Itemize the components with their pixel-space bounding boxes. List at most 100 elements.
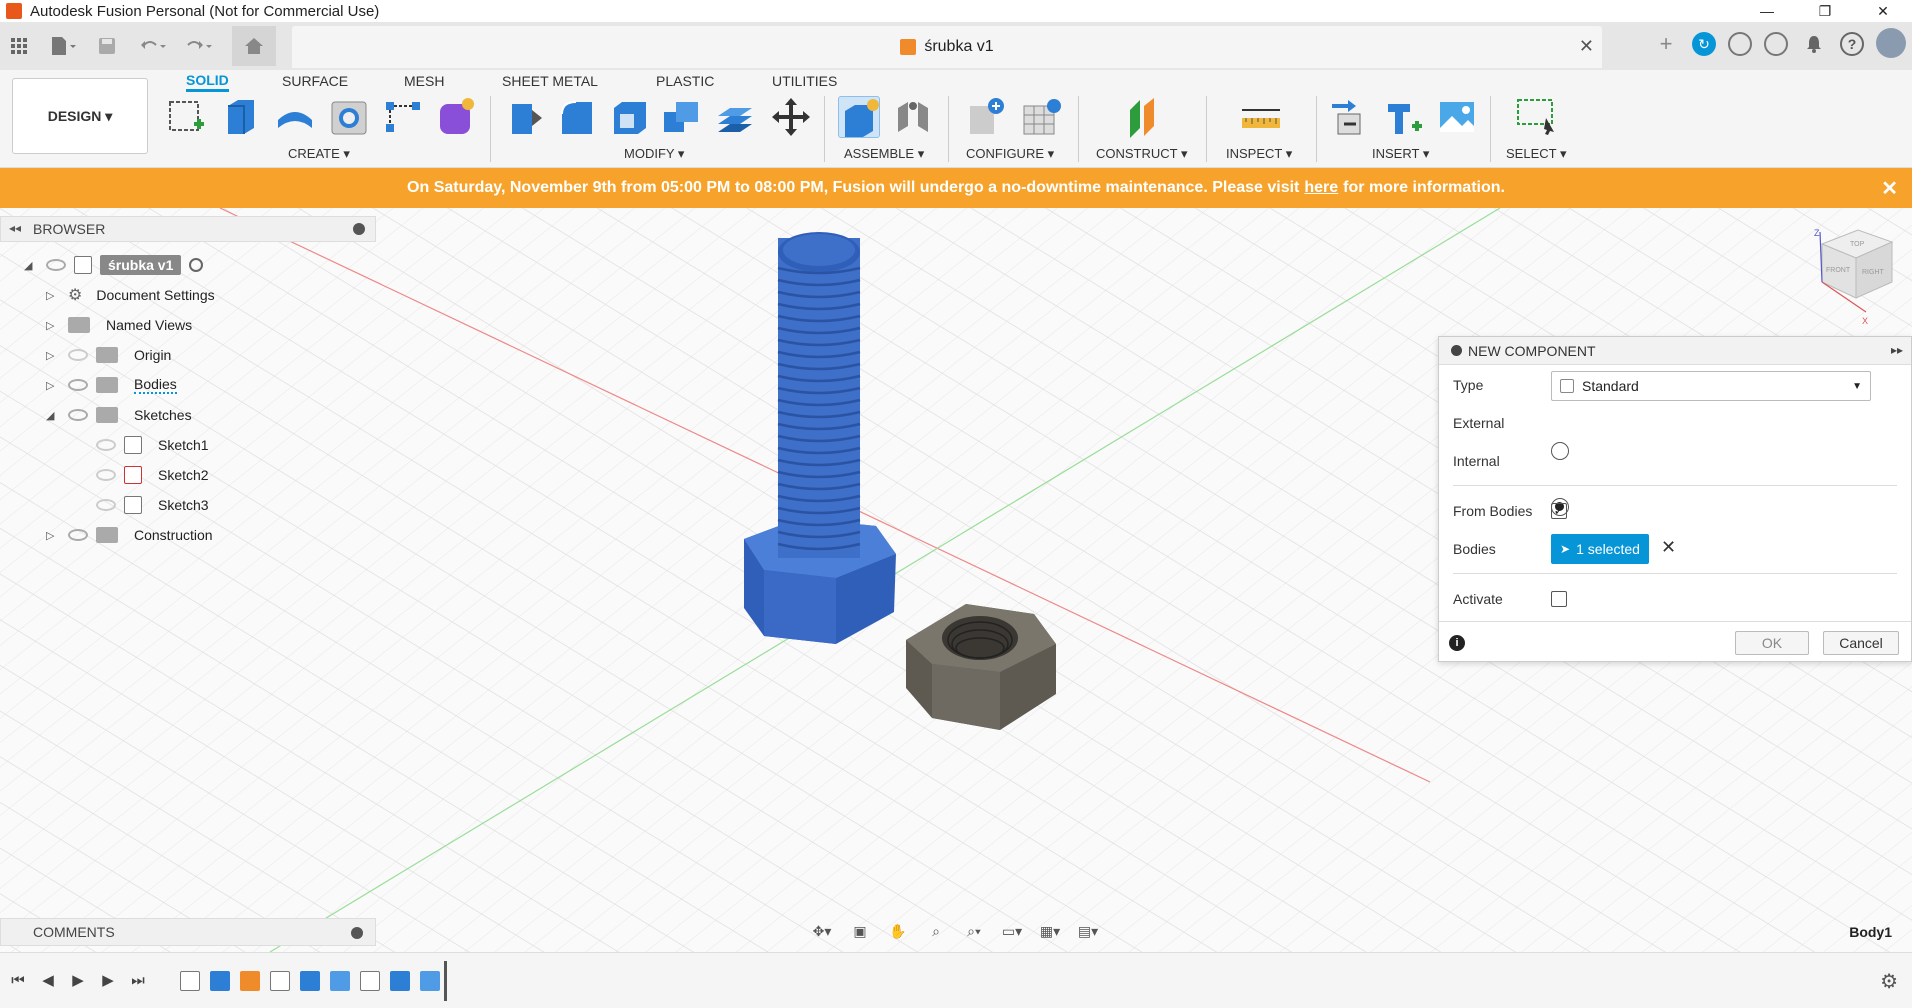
help-icon[interactable]: ? — [1840, 32, 1864, 56]
step-back-icon[interactable]: ◀ — [36, 969, 60, 991]
expand-arrow-icon[interactable]: ▷ — [46, 529, 60, 542]
configure-icon[interactable] — [966, 96, 1008, 138]
bodies-selection-button[interactable]: ➤ 1 selected — [1551, 534, 1649, 564]
timeline-sketch-icon[interactable] — [360, 971, 380, 991]
timeline-settings-gear-icon[interactable]: ⚙ — [1880, 969, 1898, 994]
banner-link[interactable]: here — [1304, 179, 1338, 197]
hole-icon[interactable] — [328, 96, 370, 138]
offset-face-icon[interactable] — [714, 96, 756, 138]
new-component-icon[interactable] — [838, 96, 880, 138]
create-sketch-icon[interactable] — [166, 96, 208, 138]
expand-arrow-icon[interactable]: ▷ — [46, 319, 60, 332]
extrude-icon[interactable] — [220, 96, 262, 138]
combine-icon[interactable] — [660, 96, 702, 138]
tree-item-construction[interactable]: ▷ Construction — [46, 521, 213, 549]
timeline-extrude-icon[interactable] — [390, 971, 410, 991]
hidden-eye-icon[interactable] — [96, 439, 116, 451]
minimize-button[interactable]: — — [1738, 0, 1796, 22]
tab-surface[interactable]: SURFACE — [282, 70, 348, 92]
close-tab-icon[interactable]: ✕ — [1579, 36, 1594, 57]
fit-zoom-icon[interactable]: ⌕▾ — [960, 921, 988, 941]
home-icon[interactable] — [232, 26, 276, 66]
file-menu-icon[interactable] — [48, 31, 78, 61]
press-pull-icon[interactable] — [504, 96, 546, 138]
tree-item-sketches[interactable]: ◢ Sketches — [46, 401, 192, 429]
timeline-sketch-icon[interactable] — [270, 971, 290, 991]
select-window-icon[interactable] — [1516, 96, 1558, 138]
document-tab[interactable]: śrubka v1 ✕ — [292, 26, 1602, 68]
hidden-eye-icon[interactable] — [96, 469, 116, 481]
notifications-bell-icon[interactable] — [1800, 30, 1828, 58]
zoom-icon[interactable]: ⌕ — [922, 921, 950, 941]
move-copy-icon[interactable] — [770, 96, 812, 138]
tree-root[interactable]: ◢ śrubka v1 — [24, 251, 204, 279]
visibility-eye-icon[interactable] — [46, 259, 66, 271]
tree-item-sketch3[interactable]: Sketch3 — [96, 491, 209, 519]
collapse-arrow-icon[interactable]: ◢ — [24, 259, 38, 272]
timeline-plane-icon[interactable] — [240, 971, 260, 991]
type-dropdown[interactable]: Standard ▼ — [1551, 371, 1871, 401]
redo-icon[interactable] — [184, 31, 214, 61]
banner-close-icon[interactable]: ✕ — [1881, 176, 1898, 201]
visibility-eye-icon[interactable] — [68, 379, 88, 391]
tree-item-sketch2[interactable]: Sketch2 — [96, 461, 209, 489]
inspect-menu[interactable]: INSPECT ▾ — [1226, 146, 1292, 162]
insert-canvas-icon[interactable] — [1436, 96, 1478, 138]
tree-item-sketch1[interactable]: Sketch1 — [96, 431, 209, 459]
create-menu[interactable]: CREATE ▾ — [288, 146, 350, 162]
select-menu[interactable]: SELECT ▾ — [1506, 146, 1566, 162]
measure-icon[interactable] — [1240, 96, 1282, 138]
offset-plane-icon[interactable] — [1122, 96, 1164, 138]
timeline-extrude-icon[interactable] — [210, 971, 230, 991]
undo-icon[interactable] — [138, 31, 168, 61]
close-window-button[interactable]: ✕ — [1854, 0, 1912, 22]
collapse-browser-icon[interactable]: ◂◂ — [9, 221, 21, 235]
maximize-button[interactable]: ❐ — [1796, 0, 1854, 22]
go-to-start-icon[interactable]: ⏮ — [6, 969, 30, 991]
timeline-thread-icon[interactable] — [330, 971, 350, 991]
add-comment-icon[interactable] — [351, 927, 363, 939]
extensions-icon[interactable]: ↻ — [1692, 32, 1716, 56]
hidden-eye-icon[interactable] — [96, 499, 116, 511]
look-at-icon[interactable]: ▣ — [846, 921, 874, 941]
insert-derive-icon[interactable] — [1328, 96, 1370, 138]
configuration-table-icon[interactable] — [1020, 96, 1062, 138]
modify-menu[interactable]: MODIFY ▾ — [624, 146, 684, 162]
tab-utilities[interactable]: UTILITIES — [772, 70, 837, 92]
shell-icon[interactable] — [608, 96, 650, 138]
expand-arrow-icon[interactable]: ▷ — [46, 379, 60, 392]
dialog-expand-icon[interactable]: ▸▸ — [1891, 343, 1903, 357]
save-icon[interactable] — [92, 31, 122, 61]
grid-settings-icon[interactable]: ▦▾ — [1036, 921, 1064, 941]
step-forward-icon[interactable]: ▶ — [96, 969, 120, 991]
tree-item-bodies[interactable]: ▷ Bodies — [46, 371, 177, 399]
cancel-button[interactable]: Cancel — [1823, 631, 1899, 655]
revolve-icon[interactable] — [274, 96, 316, 138]
activate-checkbox[interactable] — [1551, 591, 1567, 607]
browser-minimize-icon[interactable] — [353, 223, 365, 235]
expand-arrow-icon[interactable]: ▷ — [46, 349, 60, 362]
form-icon[interactable] — [434, 96, 476, 138]
configure-menu[interactable]: CONFIGURE ▾ — [966, 146, 1054, 162]
dialog-collapse-icon[interactable] — [1451, 345, 1462, 356]
activate-radio-icon[interactable] — [189, 258, 204, 272]
ok-button[interactable]: OK — [1735, 631, 1809, 655]
tree-item-origin[interactable]: ▷ Origin — [46, 341, 171, 369]
play-icon[interactable]: ▶ — [66, 969, 90, 991]
collapse-arrow-icon[interactable]: ◢ — [46, 409, 60, 422]
tab-sheet-metal[interactable]: SHEET METAL — [502, 70, 598, 92]
visibility-eye-icon[interactable] — [68, 409, 88, 421]
timeline-marker[interactable] — [444, 961, 447, 1001]
assemble-menu[interactable]: ASSEMBLE ▾ — [844, 146, 924, 162]
orbit-icon[interactable]: ✥▾ — [808, 921, 836, 941]
hidden-eye-icon[interactable] — [68, 349, 88, 361]
viewports-icon[interactable]: ▤▾ — [1074, 921, 1102, 941]
workspace-switcher-button[interactable]: DESIGN ▾ — [12, 78, 148, 154]
timeline-thread-icon[interactable] — [420, 971, 440, 991]
expand-arrow-icon[interactable]: ▷ — [46, 289, 60, 302]
timeline-sketch-icon[interactable] — [180, 971, 200, 991]
tree-item-document-settings[interactable]: ▷ ⚙ Document Settings — [46, 281, 215, 309]
tab-plastic[interactable]: PLASTIC — [656, 70, 714, 92]
display-settings-icon[interactable]: ▭▾ — [998, 921, 1026, 941]
fillet-icon[interactable] — [556, 96, 598, 138]
